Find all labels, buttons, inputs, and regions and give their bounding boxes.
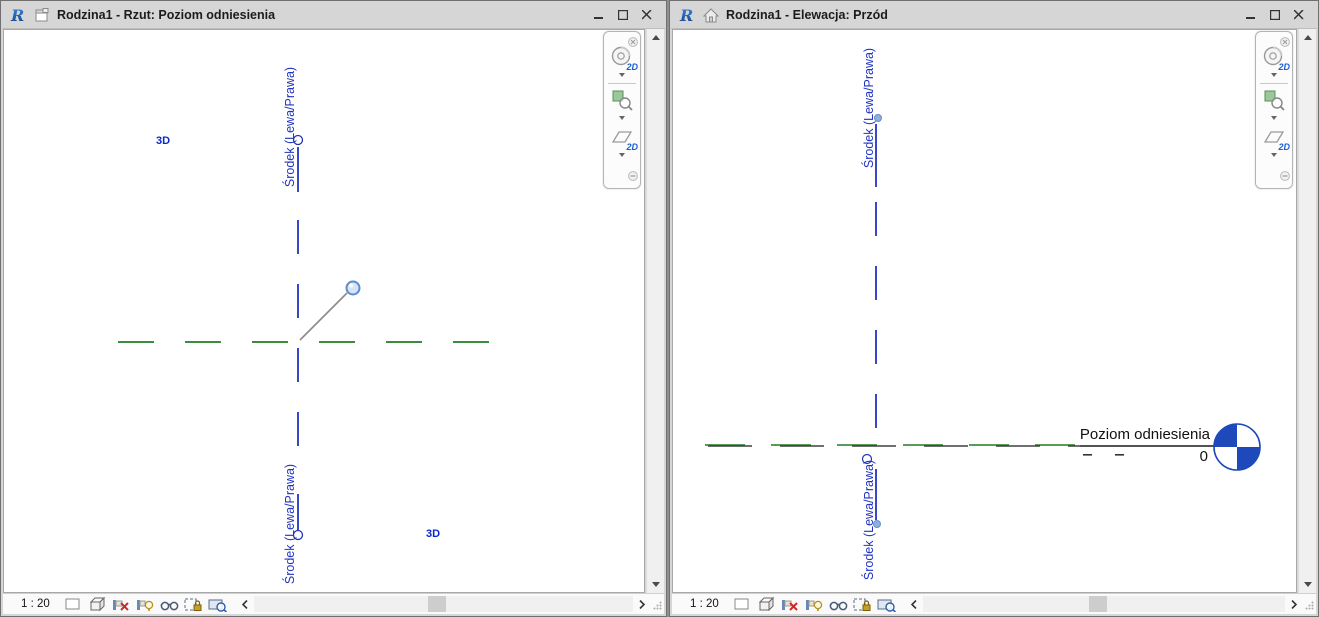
steering-wheel-2d-button[interactable]: 2D — [1259, 44, 1289, 70]
level-elevation-value[interactable]: 0 — [1108, 448, 1208, 465]
detail-level-icon[interactable] — [64, 596, 83, 612]
vertical-scrollbar[interactable] — [646, 29, 664, 593]
horizontal-scrollbar-thumb[interactable] — [428, 596, 446, 612]
pan-dropdown-arrow[interactable] — [619, 153, 625, 157]
scroll-down-arrow[interactable] — [647, 576, 664, 593]
resize-grip[interactable] — [1302, 596, 1316, 612]
reveal-hidden-elements-icon[interactable] — [208, 596, 227, 612]
plan-view-window: R Rodzina1 - Rzut: Poziom odniesienia — [0, 0, 667, 617]
horizontal-scrollbar[interactable] — [254, 596, 633, 612]
maximize-button[interactable] — [1269, 9, 1281, 21]
navbar-minimize-icon[interactable] — [628, 168, 638, 186]
visual-style-icon[interactable] — [757, 596, 776, 612]
plan-window-titlebar[interactable]: R Rodzina1 - Rzut: Poziom odniesienia — [2, 2, 665, 29]
plan-view-icon — [34, 8, 50, 23]
pan-2d-view-button[interactable]: 2D — [607, 124, 637, 150]
plane-2d-label: 2D — [626, 142, 638, 152]
scroll-right-arrow[interactable] — [1286, 596, 1302, 612]
temporary-hide-isolate-glasses-icon[interactable] — [829, 596, 848, 612]
navbar-divider — [608, 83, 636, 84]
extent-3d-tag[interactable]: 3D — [156, 135, 170, 147]
pan-dropdown-arrow[interactable] — [1271, 153, 1277, 157]
ref-plane-label-top[interactable]: Środek (Lewa/Prawa) — [861, 33, 877, 183]
plane-2d-label: 2D — [1278, 142, 1290, 152]
horizontal-scrollbar-thumb[interactable] — [1089, 596, 1107, 612]
temporary-hide-isolate-glasses-icon[interactable] — [160, 596, 179, 612]
elevation-view-window: R Rodzina1 - Elewacja: Przód — [669, 0, 1319, 617]
navigation-bar: 2D 2D — [603, 31, 641, 189]
svg-text:R: R — [679, 7, 693, 24]
close-button[interactable] — [641, 9, 653, 21]
scroll-left-arrow[interactable] — [237, 596, 253, 612]
wheel-dropdown-arrow[interactable] — [1271, 73, 1277, 77]
maximize-button[interactable] — [617, 9, 629, 21]
minimize-button[interactable] — [593, 9, 605, 21]
rotate-drag-control[interactable] — [300, 282, 360, 341]
close-button[interactable] — [1293, 9, 1305, 21]
zoom-dropdown-arrow[interactable] — [1271, 116, 1277, 120]
vertical-scrollbar[interactable] — [1298, 29, 1316, 593]
scroll-left-arrow[interactable] — [906, 596, 922, 612]
resize-grip[interactable] — [650, 596, 664, 612]
wheel-2d-label: 2D — [626, 62, 638, 72]
revit-logo-icon: R — [679, 7, 696, 24]
svg-text:R: R — [10, 7, 24, 24]
detail-level-icon[interactable] — [733, 596, 752, 612]
shadows-off-icon[interactable] — [136, 596, 155, 612]
window-title: Rodzina1 - Rzut: Poziom odniesienia — [57, 8, 586, 22]
navbar-divider — [1260, 83, 1288, 84]
horizontal-scrollbar[interactable] — [923, 596, 1285, 612]
drag-handle[interactable] — [347, 282, 360, 295]
view-scale[interactable]: 1 : 20 — [690, 598, 719, 610]
ref-plane-label-bottom[interactable]: Środek (Lewa/Prawa) — [861, 445, 877, 593]
navbar-minimize-icon[interactable] — [1280, 168, 1290, 186]
plan-drawing-area[interactable]: Środek (Lewa/Prawa) Środek (Lewa/Prawa) … — [3, 29, 645, 593]
scroll-up-arrow[interactable] — [1299, 29, 1316, 46]
level-head-symbol[interactable] — [1214, 424, 1260, 470]
crop-region-lock-icon[interactable] — [184, 596, 203, 612]
crop-region-lock-icon[interactable] — [853, 596, 872, 612]
zoom-dropdown-arrow[interactable] — [619, 116, 625, 120]
level-name-label[interactable]: Poziom odniesienia — [990, 426, 1210, 443]
elevation-drawing-area[interactable]: Środek (Lewa/Prawa) Środek (Lewa/Prawa) … — [672, 29, 1297, 593]
window-title: Rodzina1 - Elewacja: Przód — [726, 8, 1238, 22]
zoom-region-button[interactable] — [1259, 87, 1289, 113]
view-control-bar: 1 : 20 — [3, 593, 664, 614]
minimize-button[interactable] — [1245, 9, 1257, 21]
wheel-2d-label: 2D — [1278, 62, 1290, 72]
sun-path-off-icon[interactable] — [112, 596, 131, 612]
revit-logo-icon: R — [10, 7, 27, 24]
scroll-right-arrow[interactable] — [634, 596, 650, 612]
zoom-region-button[interactable] — [607, 87, 637, 113]
scroll-up-arrow[interactable] — [647, 29, 664, 46]
extent-3d-tag[interactable]: 3D — [426, 528, 440, 540]
shadows-off-icon[interactable] — [805, 596, 824, 612]
reveal-hidden-elements-icon[interactable] — [877, 596, 896, 612]
visual-style-icon[interactable] — [88, 596, 107, 612]
view-scale[interactable]: 1 : 20 — [21, 598, 50, 610]
ref-plane-label-bottom[interactable]: Środek (Lewa/Prawa) — [282, 449, 298, 593]
pan-2d-view-button[interactable]: 2D — [1259, 124, 1289, 150]
sun-path-off-icon[interactable] — [781, 596, 800, 612]
steering-wheel-2d-button[interactable]: 2D — [607, 44, 637, 70]
elevation-view-icon — [703, 8, 719, 23]
scroll-down-arrow[interactable] — [1299, 576, 1316, 593]
view-control-bar: 1 : 20 — [672, 593, 1316, 614]
elevation-window-titlebar[interactable]: R Rodzina1 - Elewacja: Przód — [671, 2, 1317, 29]
wheel-dropdown-arrow[interactable] — [619, 73, 625, 77]
ref-plane-label-top[interactable]: Środek (Lewa/Prawa) — [282, 52, 298, 202]
navigation-bar: 2D 2D — [1255, 31, 1293, 189]
